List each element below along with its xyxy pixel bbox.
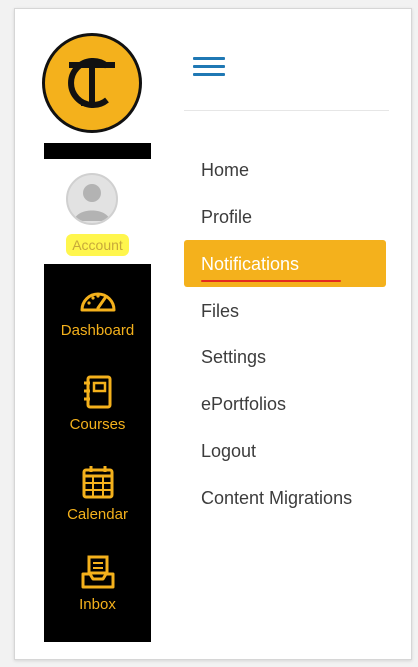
inbox-tray-icon	[81, 555, 114, 589]
nav-calendar[interactable]: Calendar	[44, 464, 151, 523]
menu-item-notifications[interactable]: Notifications	[184, 240, 386, 287]
calendar-icon	[82, 466, 113, 499]
avatar[interactable]	[66, 173, 118, 225]
nav-inbox[interactable]: Inbox	[44, 554, 151, 613]
hamburger-bar-icon	[193, 73, 225, 76]
global-nav: Dashboard Courses Calendar Inbox	[44, 264, 151, 642]
tc-monogram-icon	[68, 58, 115, 108]
school-logo[interactable]	[42, 33, 142, 133]
menu-item-logout[interactable]: Logout	[201, 441, 256, 462]
nav-courses-label: Courses	[69, 416, 126, 433]
hamburger-bar-icon	[193, 65, 225, 68]
account-label: Account	[66, 234, 129, 256]
menu-item-home[interactable]: Home	[201, 160, 249, 181]
menu-item-eportfolios[interactable]: ePortfolios	[201, 394, 286, 415]
menu-item-settings[interactable]: Settings	[201, 347, 266, 368]
user-silhouette-icon	[74, 184, 110, 221]
nav-dashboard-label: Dashboard	[60, 322, 135, 339]
menu-item-profile[interactable]: Profile	[201, 207, 252, 228]
annotation-underline	[201, 280, 341, 282]
menu-item-content-migrations[interactable]: Content Migrations	[201, 488, 352, 509]
header-divider	[184, 110, 389, 111]
nav-inbox-label: Inbox	[79, 596, 116, 613]
nav-courses[interactable]: Courses	[44, 374, 151, 433]
courses-book-icon	[83, 375, 111, 409]
hamburger-bar-icon	[193, 57, 225, 60]
menu-item-files[interactable]: Files	[201, 301, 239, 322]
hamburger-menu-button[interactable]	[193, 57, 225, 77]
nav-calendar-label: Calendar	[67, 506, 128, 523]
dashboard-gauge-icon	[80, 292, 115, 312]
menu-item-notifications-label: Notifications	[201, 254, 300, 274]
redacted-bar	[44, 143, 151, 159]
nav-dashboard[interactable]: Dashboard	[44, 286, 151, 339]
account-link[interactable]: Account	[44, 228, 151, 262]
